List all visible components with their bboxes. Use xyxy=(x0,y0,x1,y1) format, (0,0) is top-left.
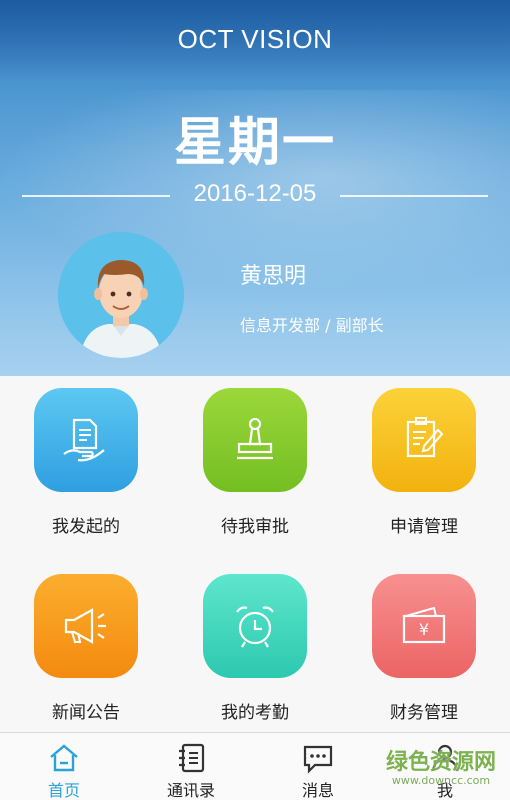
tab-home[interactable]: 首页 xyxy=(0,733,128,800)
tab-messages[interactable]: 消息 xyxy=(254,733,382,800)
tile-label: 我的考勤 xyxy=(221,703,289,723)
tile-icon-bg xyxy=(203,388,307,492)
tile-icon-bg xyxy=(372,388,476,492)
home-icon xyxy=(50,744,78,772)
stamp-icon xyxy=(237,417,273,460)
user-name: 黄思明 xyxy=(240,264,307,289)
tile-label: 待我审批 xyxy=(221,517,289,537)
document-hand-icon xyxy=(63,418,105,462)
tile-application-management[interactable]: 申请管理 xyxy=(354,388,494,537)
tab-contacts[interactable]: 通讯录 xyxy=(127,733,255,800)
watermark: 绿色资源网 www.downcc.com xyxy=(376,744,506,794)
tile-label: 财务管理 xyxy=(390,703,458,723)
megaphone-icon xyxy=(64,608,106,644)
date-row: 2016-12-05 xyxy=(0,178,510,214)
app-screen: OCT VISION 星期一 2016-12-05 黄思明 信息开发部 / 副部… xyxy=(0,0,510,800)
tile-icon-bg xyxy=(34,388,138,492)
tile-label: 我发起的 xyxy=(52,517,120,537)
date-divider-right xyxy=(340,195,488,197)
tile-icon-bg xyxy=(203,574,307,678)
tab-label: 首页 xyxy=(47,781,80,800)
feature-grid: 我发起的 待我审批 申请管理 新闻公告 我的考勤 ¥ 财务管理 xyxy=(0,376,510,732)
tile-label: 申请管理 xyxy=(390,517,458,537)
tab-label: 消息 xyxy=(301,781,334,800)
date-label: 2016-12-05 xyxy=(193,180,317,207)
weekday-label: 星期一 xyxy=(173,113,336,173)
wallet-icon: ¥ xyxy=(402,606,446,644)
tile-icon-bg xyxy=(34,574,138,678)
user-department: 信息开发部 / 副部长 xyxy=(240,316,384,335)
tile-label: 新闻公告 xyxy=(52,703,120,723)
user-avatar-icon xyxy=(58,232,184,358)
alarm-clock-icon xyxy=(236,606,274,648)
watermark-url: www.downcc.com xyxy=(391,774,491,787)
watermark-text: 绿色资源网 xyxy=(385,750,496,775)
avatar[interactable] xyxy=(58,232,184,358)
edit-document-icon xyxy=(406,417,444,458)
contacts-icon xyxy=(179,743,205,773)
tile-pending-approval[interactable]: 待我审批 xyxy=(185,388,325,537)
tile-my-initiated[interactable]: 我发起的 xyxy=(16,388,156,537)
tab-label: 通讯录 xyxy=(166,781,215,800)
header-banner: OCT VISION 星期一 2016-12-05 黄思明 信息开发部 / 副部… xyxy=(0,0,510,376)
tile-finance-management[interactable]: ¥ 财务管理 xyxy=(354,574,494,723)
message-icon xyxy=(303,745,333,774)
tile-news-announcements[interactable]: 新闻公告 xyxy=(16,574,156,723)
tile-icon-bg: ¥ xyxy=(372,574,476,678)
svg-text:¥: ¥ xyxy=(419,620,429,639)
app-title: OCT VISION xyxy=(177,24,333,54)
tile-my-attendance[interactable]: 我的考勤 xyxy=(185,574,325,723)
